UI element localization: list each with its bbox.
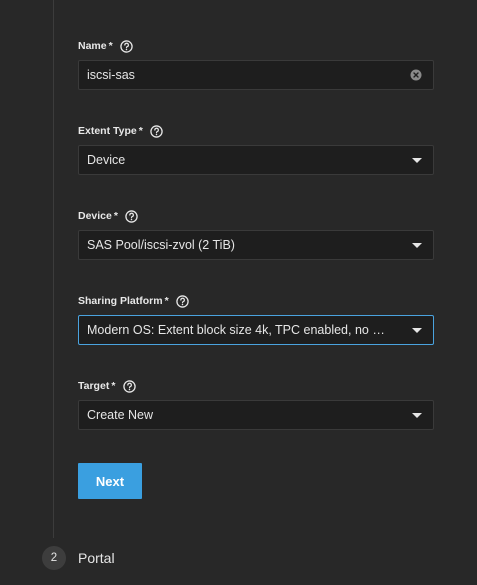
required-mark: * (164, 295, 169, 307)
next-button[interactable]: Next (78, 463, 142, 499)
iscsi-wizard-page: Name * Extent Type * Device (0, 0, 477, 585)
extent-type-label-row: Extent Type * (78, 123, 434, 139)
help-icon[interactable] (120, 39, 134, 53)
help-icon[interactable] (122, 379, 136, 393)
extent-type-select[interactable]: Device (78, 145, 434, 175)
sharing-platform-value: Modern OS: Extent block size 4k, TPC ena… (87, 323, 393, 337)
required-mark: * (138, 125, 143, 137)
chevron-down-icon (412, 158, 422, 163)
target-select[interactable]: Create New (78, 400, 434, 430)
extent-type-label: Extent Type (78, 125, 137, 137)
step-number-badge: 2 (42, 546, 66, 570)
device-field: Device * SAS Pool/iscsi-zvol (2 TiB) (78, 208, 434, 260)
chevron-down-icon (412, 328, 422, 333)
sharing-platform-label: Sharing Platform (78, 295, 163, 307)
sharing-platform-select[interactable]: Modern OS: Extent block size 4k, TPC ena… (78, 315, 434, 345)
extent-type-value: Device (87, 153, 126, 167)
extent-type-field: Extent Type * Device (78, 123, 434, 175)
name-field: Name * (78, 38, 434, 90)
target-value: Create New (87, 408, 153, 422)
required-mark: * (108, 40, 113, 52)
required-mark: * (111, 380, 116, 392)
chevron-down-icon (412, 243, 422, 248)
name-input[interactable] (87, 68, 393, 82)
step-portal[interactable]: 2 Portal (42, 546, 115, 570)
target-label-row: Target * (78, 378, 434, 394)
name-label: Name (78, 40, 107, 52)
help-icon[interactable] (176, 294, 190, 308)
name-input-container (78, 60, 434, 90)
device-label-row: Device * (78, 208, 434, 224)
sharing-platform-field: Sharing Platform * Modern OS: Extent blo… (78, 293, 434, 345)
target-label: Target (78, 380, 110, 392)
required-mark: * (113, 210, 118, 222)
help-icon[interactable] (125, 209, 139, 223)
name-label-row: Name * (78, 38, 434, 54)
clear-icon[interactable] (410, 69, 422, 81)
device-value: SAS Pool/iscsi-zvol (2 TiB) (87, 238, 235, 252)
target-field: Target * Create New (78, 378, 434, 430)
stepper-connector-line (53, 0, 54, 538)
device-select[interactable]: SAS Pool/iscsi-zvol (2 TiB) (78, 230, 434, 260)
sharing-platform-label-row: Sharing Platform * (78, 293, 434, 309)
chevron-down-icon (412, 413, 422, 418)
device-label: Device (78, 210, 112, 222)
step-label: Portal (78, 550, 115, 566)
help-icon[interactable] (150, 124, 164, 138)
